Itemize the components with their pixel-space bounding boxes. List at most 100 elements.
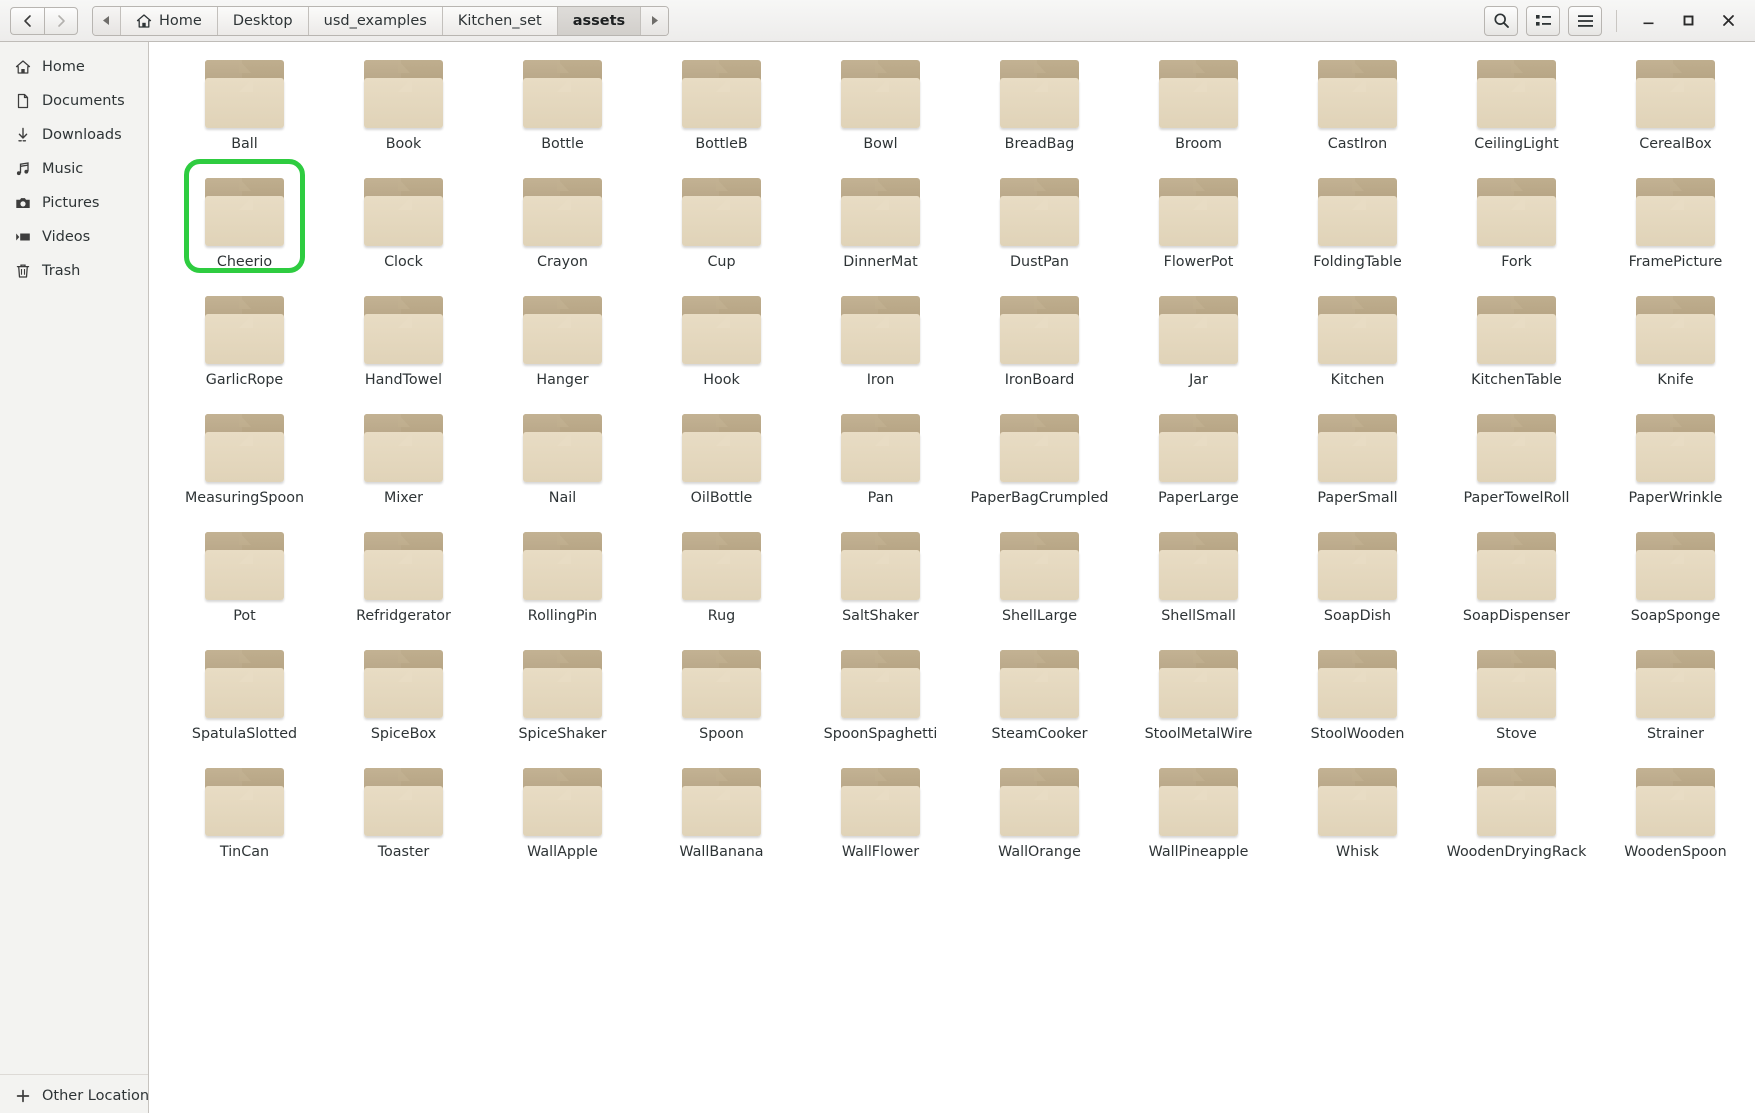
breadcrumb-scroll-left[interactable] — [93, 6, 121, 35]
sidebar-item-downloads[interactable]: Downloads — [0, 118, 148, 152]
file-item[interactable]: Broom — [1119, 48, 1278, 166]
file-list-view[interactable]: Ball Book Bottle BottleB Bowl BreadBag Broom Ca… — [149, 42, 1755, 1113]
file-item[interactable]: HandTowel — [324, 284, 483, 402]
file-item[interactable]: Clock — [324, 166, 483, 284]
file-item[interactable]: Jar — [1119, 284, 1278, 402]
view-options-button[interactable] — [1526, 5, 1560, 36]
file-item[interactable]: Nail — [483, 402, 642, 520]
close-button[interactable] — [1711, 6, 1745, 36]
folder-icon — [1000, 296, 1079, 364]
file-item[interactable]: WoodenDryingRack — [1437, 756, 1596, 874]
file-item[interactable]: Stove — [1437, 638, 1596, 756]
file-item[interactable]: SpatulaSlotted — [165, 638, 324, 756]
folder-icon — [1636, 296, 1715, 364]
file-item[interactable]: PaperTowelRoll — [1437, 402, 1596, 520]
sidebar-item-pictures[interactable]: Pictures — [0, 186, 148, 220]
sidebar-item-home[interactable]: Home — [0, 50, 148, 84]
file-item[interactable]: SpiceShaker — [483, 638, 642, 756]
file-item[interactable]: SteamCooker — [960, 638, 1119, 756]
maximize-button[interactable] — [1671, 6, 1705, 36]
file-item[interactable]: Bowl — [801, 48, 960, 166]
file-item[interactable]: WoodenSpoon — [1596, 756, 1755, 874]
file-item[interactable]: Bottle — [483, 48, 642, 166]
file-item[interactable]: StoolWooden — [1278, 638, 1437, 756]
file-item[interactable]: PaperWrinkle — [1596, 402, 1755, 520]
file-item[interactable]: SaltShaker — [801, 520, 960, 638]
file-item[interactable]: MeasuringSpoon — [165, 402, 324, 520]
file-item[interactable]: Knife — [1596, 284, 1755, 402]
sidebar-item-label: Music — [42, 161, 84, 177]
file-item[interactable]: Refridgerator — [324, 520, 483, 638]
file-item[interactable]: SoapSponge — [1596, 520, 1755, 638]
file-item[interactable]: ShellLarge — [960, 520, 1119, 638]
file-item[interactable]: SoapDish — [1278, 520, 1437, 638]
file-item[interactable]: RollingPin — [483, 520, 642, 638]
file-item[interactable]: Mixer — [324, 402, 483, 520]
file-item[interactable]: BreadBag — [960, 48, 1119, 166]
sidebar-item-documents[interactable]: Documents — [0, 84, 148, 118]
file-item[interactable]: CeilingLight — [1437, 48, 1596, 166]
file-item[interactable]: Toaster — [324, 756, 483, 874]
file-item[interactable]: FlowerPot — [1119, 166, 1278, 284]
file-item[interactable]: KitchenTable — [1437, 284, 1596, 402]
file-item[interactable]: Cheerio — [165, 159, 324, 284]
file-item[interactable]: OilBottle — [642, 402, 801, 520]
file-item[interactable]: FramePicture — [1596, 166, 1755, 284]
folder-icon — [1159, 768, 1238, 836]
file-item[interactable]: BottleB — [642, 48, 801, 166]
breadcrumb-item-usd-examples[interactable]: usd_examples — [308, 6, 443, 35]
file-item[interactable]: SpiceBox — [324, 638, 483, 756]
file-item[interactable]: Spoon — [642, 638, 801, 756]
file-item[interactable]: Rug — [642, 520, 801, 638]
file-item[interactable]: IronBoard — [960, 284, 1119, 402]
file-item[interactable]: DinnerMat — [801, 166, 960, 284]
file-item[interactable]: WallPineapple — [1119, 756, 1278, 874]
file-item-label: CerealBox — [1639, 136, 1712, 152]
file-item[interactable]: TinCan — [165, 756, 324, 874]
file-item[interactable]: GarlicRope — [165, 284, 324, 402]
file-item[interactable]: Kitchen — [1278, 284, 1437, 402]
file-item[interactable]: Ball — [165, 48, 324, 166]
file-item[interactable]: Crayon — [483, 166, 642, 284]
file-item[interactable]: SoapDispenser — [1437, 520, 1596, 638]
file-item[interactable]: WallFlower — [801, 756, 960, 874]
breadcrumb-item-assets[interactable]: assets — [557, 6, 642, 35]
file-item[interactable]: DustPan — [960, 166, 1119, 284]
file-item[interactable]: ShellSmall — [1119, 520, 1278, 638]
file-item[interactable]: Pot — [165, 520, 324, 638]
file-item[interactable]: Hanger — [483, 284, 642, 402]
breadcrumb-item-desktop[interactable]: Desktop — [217, 6, 309, 35]
file-item[interactable]: Iron — [801, 284, 960, 402]
file-item[interactable]: WallApple — [483, 756, 642, 874]
file-item[interactable]: Strainer — [1596, 638, 1755, 756]
sidebar-item-music[interactable]: Music — [0, 152, 148, 186]
file-item[interactable]: PaperSmall — [1278, 402, 1437, 520]
file-item[interactable]: FoldingTable — [1278, 166, 1437, 284]
minimize-button[interactable] — [1631, 6, 1665, 36]
file-item[interactable]: CastIron — [1278, 48, 1437, 166]
file-item[interactable]: Cup — [642, 166, 801, 284]
file-item[interactable]: SpoonSpaghetti — [801, 638, 960, 756]
file-item[interactable]: WallOrange — [960, 756, 1119, 874]
file-item[interactable]: Hook — [642, 284, 801, 402]
file-item[interactable]: Fork — [1437, 166, 1596, 284]
sidebar-item-trash[interactable]: Trash — [0, 254, 148, 288]
forward-button[interactable] — [44, 6, 78, 35]
file-item[interactable]: PaperLarge — [1119, 402, 1278, 520]
back-button[interactable] — [10, 6, 44, 35]
file-item[interactable]: WallBanana — [642, 756, 801, 874]
breadcrumb-item-home[interactable]: Home — [121, 6, 218, 35]
file-item[interactable]: CerealBox — [1596, 48, 1755, 166]
sidebar-item-other-locations[interactable]: Other Locations — [0, 1079, 157, 1113]
hamburger-menu-button[interactable] — [1568, 5, 1602, 36]
search-button[interactable] — [1484, 5, 1518, 36]
file-item[interactable]: Book — [324, 48, 483, 166]
breadcrumb-label: usd_examples — [323, 12, 427, 29]
file-item[interactable]: PaperBagCrumpled — [960, 402, 1119, 520]
breadcrumb-scroll-right[interactable] — [641, 6, 669, 35]
breadcrumb-item-kitchen-set[interactable]: Kitchen_set — [442, 6, 558, 35]
file-item[interactable]: StoolMetalWire — [1119, 638, 1278, 756]
file-item[interactable]: Whisk — [1278, 756, 1437, 874]
file-item[interactable]: Pan — [801, 402, 960, 520]
sidebar-item-videos[interactable]: Videos — [0, 220, 148, 254]
